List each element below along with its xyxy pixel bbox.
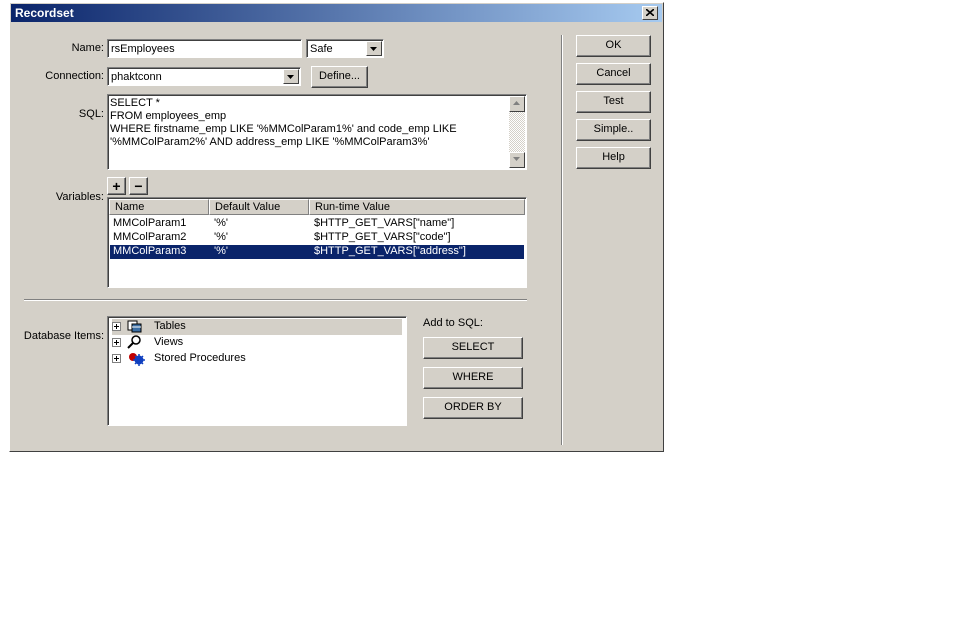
safety-select-value: Safe: [310, 43, 333, 55]
add-order-by-button[interactable]: ORDER BY: [423, 397, 523, 419]
recordset-dialog: Recordset Name: rsEmployees Safe Connect…: [9, 2, 664, 452]
views-icon: [127, 335, 141, 349]
title-bar: Recordset: [11, 4, 662, 22]
cell-name: MMColParam1: [113, 217, 187, 229]
remove-variable-button[interactable]: −: [129, 177, 148, 195]
cell-name: MMColParam2: [113, 231, 187, 243]
tables-icon: [127, 320, 142, 333]
stored-procedures-icon: [129, 353, 145, 366]
expand-icon[interactable]: [112, 338, 121, 347]
sql-line: '%MMColParam2%' AND address_emp LIKE '%M…: [110, 136, 430, 148]
connection-label: Connection:: [45, 70, 104, 82]
vertical-divider: [561, 35, 563, 445]
add-select-button[interactable]: SELECT: [423, 337, 523, 359]
chevron-down-icon: [287, 75, 294, 79]
simple-button[interactable]: Simple..: [576, 119, 651, 141]
table-row[interactable]: MMColParam1 '%' $HTTP_GET_VARS["name"]: [110, 217, 524, 231]
define-button[interactable]: Define...: [311, 66, 368, 88]
column-header-default-value[interactable]: Default Value: [209, 199, 309, 215]
cell-default: '%': [214, 245, 228, 257]
sql-scrollbar[interactable]: [509, 96, 525, 168]
sql-line: FROM employees_emp: [110, 110, 227, 122]
safety-dropdown-button[interactable]: [366, 41, 382, 56]
cell-runtime: $HTTP_GET_VARS["code"]: [314, 231, 451, 243]
test-button[interactable]: Test: [576, 91, 651, 113]
database-items-label: Database Items:: [23, 330, 104, 342]
database-items-tree: Tables Views Stored Procedures: [107, 316, 407, 426]
tree-item-label: Stored Procedures: [154, 352, 246, 364]
name-label: Name:: [71, 42, 104, 54]
safety-select[interactable]: Safe: [306, 39, 384, 58]
help-button[interactable]: Help: [576, 147, 651, 169]
tree-item-label: Views: [154, 336, 184, 348]
add-where-button[interactable]: WHERE: [423, 367, 523, 389]
sql-label: SQL:: [78, 108, 104, 120]
scroll-down-button[interactable]: [509, 152, 525, 168]
tree-item-label: Tables: [154, 320, 186, 332]
tree-item-tables[interactable]: Tables: [112, 319, 402, 335]
cell-default: '%': [214, 231, 228, 243]
variables-table: Name Default Value Run-time Value MMColP…: [107, 197, 527, 288]
cell-runtime: $HTTP_GET_VARS["address"]: [314, 245, 466, 257]
variables-label: Variables:: [55, 191, 104, 203]
horizontal-divider: [24, 299, 527, 301]
expand-icon[interactable]: [112, 354, 121, 363]
arrow-down-icon: [513, 157, 520, 161]
scroll-up-button[interactable]: [509, 96, 525, 112]
arrow-up-icon: [513, 101, 520, 105]
close-button[interactable]: [642, 6, 658, 20]
cell-default: '%': [214, 217, 228, 229]
add-variable-button[interactable]: +: [107, 177, 126, 195]
name-input[interactable]: rsEmployees: [107, 39, 302, 58]
sql-line: SELECT *: [110, 97, 160, 109]
connection-select[interactable]: phaktconn: [107, 67, 301, 86]
sql-textarea[interactable]: SELECT * FROM employees_emp WHERE firstn…: [107, 94, 527, 170]
close-icon: [646, 9, 654, 16]
cell-name: MMColParam3: [113, 245, 187, 257]
chevron-down-icon: [370, 47, 377, 51]
cell-runtime: $HTTP_GET_VARS["name"]: [314, 217, 455, 229]
expand-icon[interactable]: [112, 322, 121, 331]
sql-line: WHERE firstname_emp LIKE '%MMColParam1%'…: [110, 123, 457, 135]
connection-select-value: phaktconn: [111, 71, 162, 83]
cancel-button[interactable]: Cancel: [576, 63, 651, 85]
add-to-sql-label: Add to SQL:: [423, 317, 483, 329]
connection-dropdown-button[interactable]: [283, 69, 299, 84]
column-header-runtime-value[interactable]: Run-time Value: [309, 199, 525, 215]
table-row-selected[interactable]: MMColParam3 '%' $HTTP_GET_VARS["address"…: [110, 245, 524, 259]
name-input-value: rsEmployees: [111, 43, 175, 55]
window-title: Recordset: [15, 6, 74, 20]
ok-button[interactable]: OK: [576, 35, 651, 57]
column-header-name[interactable]: Name: [109, 199, 209, 215]
table-row[interactable]: MMColParam2 '%' $HTTP_GET_VARS["code"]: [110, 231, 524, 245]
